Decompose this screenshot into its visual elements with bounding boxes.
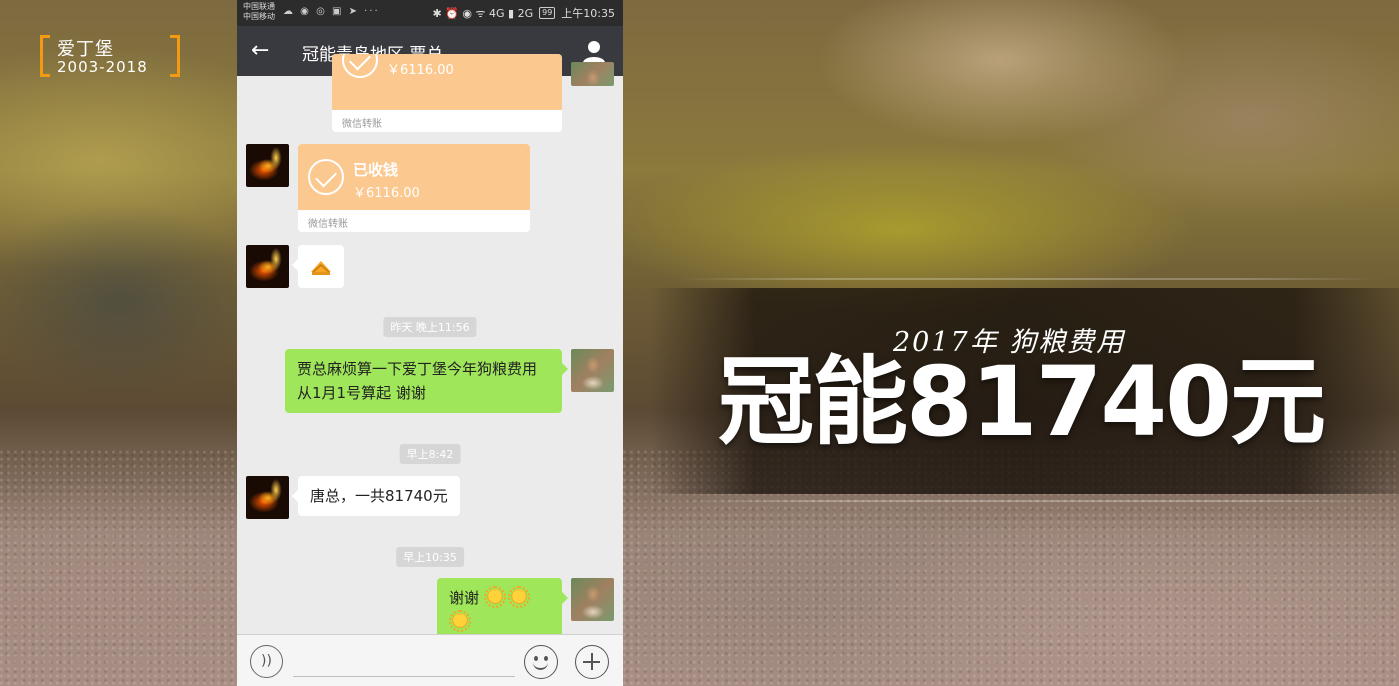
system-icons: ✱ ⏰ ◉ ᯤ 4G ▮ 2G: [432, 6, 534, 20]
check-icon: [342, 54, 378, 78]
status-bar: 中国联通 中国移动 ☁ ◉ ◎ ▣ ➤ ··· ✱ ⏰ ◉ ᯤ 4G ▮ 2G …: [237, 0, 623, 26]
emoji-mouth: [533, 662, 548, 670]
brand-logo: 爱丁堡 2003-2018: [40, 35, 180, 77]
profile-icon[interactable]: [581, 38, 607, 64]
carrier-2: 中国移动: [243, 12, 275, 21]
transfer-footer: 微信转账: [298, 210, 530, 232]
transfer-card-top: ￥6116.00: [332, 54, 562, 110]
status-right: ✱ ⏰ ◉ ᯤ 4G ▮ 2G 99 上午10:35: [432, 5, 615, 21]
sun-emoji-icon: [483, 586, 506, 608]
battery-icon: 99: [539, 7, 556, 19]
avatar-contact[interactable]: [246, 144, 289, 187]
transfer-amount: ￥6116.00: [387, 63, 454, 78]
avatar-self[interactable]: [571, 349, 614, 392]
transfer-status: 已收钱: [353, 161, 399, 179]
timestamp: 昨天 晚上11:56: [383, 317, 477, 337]
sun-emoji-icon: [449, 610, 471, 632]
chat-history[interactable]: ￥6116.00 微信转账 已收钱 ￥6116.00 微信转账 昨天 晚上11:…: [237, 54, 623, 642]
back-arrow-icon[interactable]: ←: [251, 37, 269, 65]
banner-line-top: [680, 278, 1380, 280]
transfer-card-sent[interactable]: ￥6116.00 微信转账: [332, 54, 562, 132]
sticker-message[interactable]: [292, 245, 344, 288]
avatar-self[interactable]: [571, 578, 614, 621]
avatar-contact[interactable]: [246, 245, 289, 288]
avatar-contact[interactable]: [246, 476, 289, 519]
transfer-card-top: 已收钱 ￥6116.00: [298, 144, 530, 210]
clock: 上午10:35: [561, 7, 615, 20]
banner-headline: 冠能81740元: [718, 346, 1326, 458]
carrier-1: 中国联通: [243, 2, 275, 11]
emoji-eye: [544, 656, 548, 661]
sun-emoji-icon: [507, 586, 530, 608]
transfer-card-received[interactable]: 已收钱 ￥6116.00 微信转账: [298, 144, 530, 232]
timestamp: 早上10:35: [396, 547, 464, 567]
transfer-amount: ￥6116.00: [353, 186, 420, 201]
message-sent[interactable]: 谢谢: [437, 578, 568, 642]
message-sent[interactable]: 贾总麻烦算一下爱丁堡今年狗粮费用从1月1号算起 谢谢: [285, 349, 568, 413]
transfer-footer: 微信转账: [332, 110, 562, 132]
emoji-eye: [534, 656, 538, 661]
message-received[interactable]: 唐总，一共81740元: [292, 476, 460, 516]
carrier-info: 中国联通 中国移动: [243, 2, 275, 22]
logo-bracket-right: [170, 35, 180, 77]
check-icon: [308, 159, 344, 195]
message-text: 谢谢: [449, 589, 480, 607]
gift-emoji-icon: [311, 261, 331, 275]
phone-screenshot: 中国联通 中国移动 ☁ ◉ ◎ ▣ ➤ ··· ✱ ⏰ ◉ ᯤ 4G ▮ 2G …: [237, 0, 623, 686]
timestamp: 早上8:42: [399, 444, 461, 464]
plus-icon[interactable]: [575, 645, 609, 679]
notification-icons: ☁ ◉ ◎ ▣ ➤ ···: [283, 6, 380, 17]
avatar-self[interactable]: [571, 62, 614, 86]
logo-bracket-left: [40, 35, 50, 77]
chat-input-bar: )): [237, 634, 623, 686]
logo-years: 2003-2018: [57, 58, 148, 76]
voice-icon[interactable]: )): [250, 645, 283, 678]
banner-line-bottom: [680, 500, 1380, 502]
emoji-icon[interactable]: [524, 645, 558, 679]
message-input[interactable]: [293, 647, 515, 677]
